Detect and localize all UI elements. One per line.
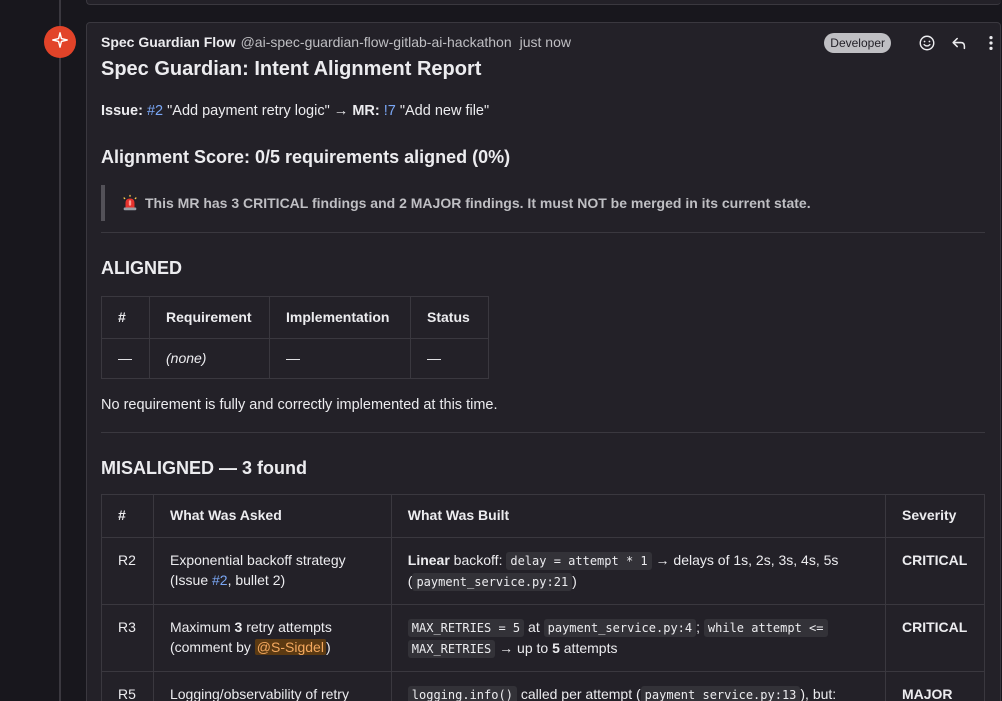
built-bold: 5 — [552, 640, 560, 656]
timestamp[interactable]: just now — [520, 34, 571, 50]
asked-text: retry attempts — [242, 619, 332, 635]
left-gutter — [0, 0, 60, 701]
requirement-none: (none) — [166, 350, 207, 366]
what-was-asked: Exponential backoff strategy (Issue #2, … — [152, 537, 392, 605]
mr-link[interactable]: !7 — [384, 103, 396, 119]
issue-label: Issue: — [101, 103, 143, 119]
timeline-line — [59, 0, 61, 701]
aligned-heading: ALIGNED — [101, 258, 182, 278]
sparkle-icon — [51, 31, 69, 54]
siren-icon — [121, 194, 139, 212]
user-mention[interactable]: @S-Sigdel — [254, 639, 326, 655]
note-card: Spec Guardian Flow @ai-spec-guardian-flo… — [86, 22, 1001, 701]
note-actions: Developer — [824, 33, 1000, 53]
built-text: ; — [696, 619, 704, 635]
what-was-built: Linear backoff: delay = attempt * 1 → de… — [390, 537, 886, 605]
table-cell: — — [410, 338, 489, 379]
role-badge: Developer — [824, 33, 891, 53]
column-header: Status — [410, 296, 489, 339]
column-header: # — [101, 296, 150, 339]
row-id: R5 — [101, 671, 154, 701]
inline-code: payment_service.py:4 — [543, 619, 697, 637]
reply-icon[interactable] — [949, 33, 969, 53]
asked-text: Logging/observability of retry — [169, 686, 349, 701]
author-handle[interactable]: @ai-spec-guardian-flow-gitlab-ai-hackath… — [241, 34, 512, 50]
smiley-icon[interactable] — [917, 33, 937, 53]
built-text: ) — [572, 573, 577, 589]
built-text: backoff: — [449, 552, 507, 568]
issue-mr-line: Issue: #2 "Add payment retry logic" → MR… — [101, 103, 489, 119]
column-header: Implementation — [269, 296, 411, 339]
table-row: R5 Logging/observability of retry loggin… — [101, 671, 986, 701]
misaligned-table: # What Was Asked What Was Built Severity… — [101, 494, 986, 701]
inline-code: payment_service.py:13 — [640, 686, 801, 701]
issue-link[interactable]: #2 — [212, 572, 228, 588]
asked-text: (Issue — [169, 572, 212, 588]
what-was-asked: Logging/observability of retry — [152, 671, 392, 701]
column-header: What Was Asked — [152, 494, 392, 538]
table-cell: — — [101, 338, 150, 379]
table-row: R3 Maximum 3 retry attempts (comment by … — [101, 604, 986, 672]
note-header: Spec Guardian Flow @ai-spec-guardian-flo… — [101, 34, 571, 52]
divider — [101, 232, 985, 233]
avatar[interactable] — [44, 26, 76, 58]
divider — [101, 432, 985, 433]
misaligned-heading: MISALIGNED — 3 found — [101, 458, 307, 478]
aligned-table: # Requirement Implementation Status — (n… — [101, 296, 489, 379]
inline-code: MAX_RETRIES = 5 — [407, 619, 525, 637]
issue-title: "Add payment retry logic" — [167, 103, 330, 119]
table-cell: (none) — [149, 338, 270, 379]
built-text: → delays of 1s, 2s, 3s, 4s, 5s — [651, 552, 839, 568]
table-row: R2 Exponential backoff strategy (Issue #… — [101, 537, 986, 605]
inline-code: logging.info() — [407, 686, 517, 701]
severity: CRITICAL — [884, 537, 986, 605]
asked-text: Exponential backoff strategy — [169, 552, 346, 568]
column-header: What Was Built — [390, 494, 886, 538]
row-id: R2 — [101, 537, 154, 605]
what-was-asked: Maximum 3 retry attempts (comment by @S-… — [152, 604, 392, 672]
what-was-built: MAX_RETRIES = 5 at payment_service.py:4;… — [390, 604, 886, 672]
asked-text: (comment by — [169, 639, 255, 655]
column-header: Requirement — [149, 296, 270, 339]
author-name[interactable]: Spec Guardian Flow — [101, 34, 236, 50]
column-header: # — [101, 494, 154, 538]
asked-text: Maximum — [169, 619, 235, 635]
built-bold: Linear — [407, 552, 450, 568]
mr-label: MR: — [352, 103, 380, 119]
built-text: ), but: — [800, 686, 837, 701]
table-cell: — — [269, 338, 411, 379]
aligned-note: No requirement is fully and correctly im… — [101, 397, 498, 413]
warning-blockquote: This MR has 3 CRITICAL findings and 2 MA… — [101, 185, 985, 221]
column-header: Severity — [884, 494, 986, 538]
inline-code: while attempt <= — [703, 619, 828, 637]
arrow: → — [333, 103, 349, 119]
row-id: R3 — [101, 604, 154, 672]
table-row: — (none) — — — [101, 338, 489, 379]
built-text: attempts — [559, 640, 618, 656]
table-header-row: # Requirement Implementation Status — [101, 296, 489, 339]
asked-text: ) — [325, 639, 331, 655]
inline-code: payment_service.py:21 — [412, 573, 573, 591]
kebab-menu-icon[interactable] — [981, 33, 1000, 53]
asked-text: , bullet 2) — [227, 572, 286, 588]
alignment-score: Alignment Score: 0/5 requirements aligne… — [101, 147, 511, 167]
severity: MAJOR — [884, 671, 986, 701]
built-text: at — [524, 619, 544, 635]
built-text: → up to — [495, 640, 553, 656]
table-header-row: # What Was Asked What Was Built Severity — [101, 494, 986, 538]
previous-note-card — [86, 0, 1001, 5]
inline-code: MAX_RETRIES — [407, 640, 496, 658]
severity: CRITICAL — [884, 604, 986, 672]
issue-link[interactable]: #2 — [147, 103, 163, 119]
what-was-built: logging.info() called per attempt (payme… — [390, 671, 886, 701]
report-title: Spec Guardian: Intent Alignment Report — [101, 58, 482, 80]
mr-title: "Add new file" — [399, 103, 490, 119]
built-text: called per attempt ( — [516, 686, 641, 701]
warning-text: This MR has 3 CRITICAL findings and 2 MA… — [145, 195, 811, 211]
inline-code: delay = attempt * 1 — [506, 552, 652, 570]
